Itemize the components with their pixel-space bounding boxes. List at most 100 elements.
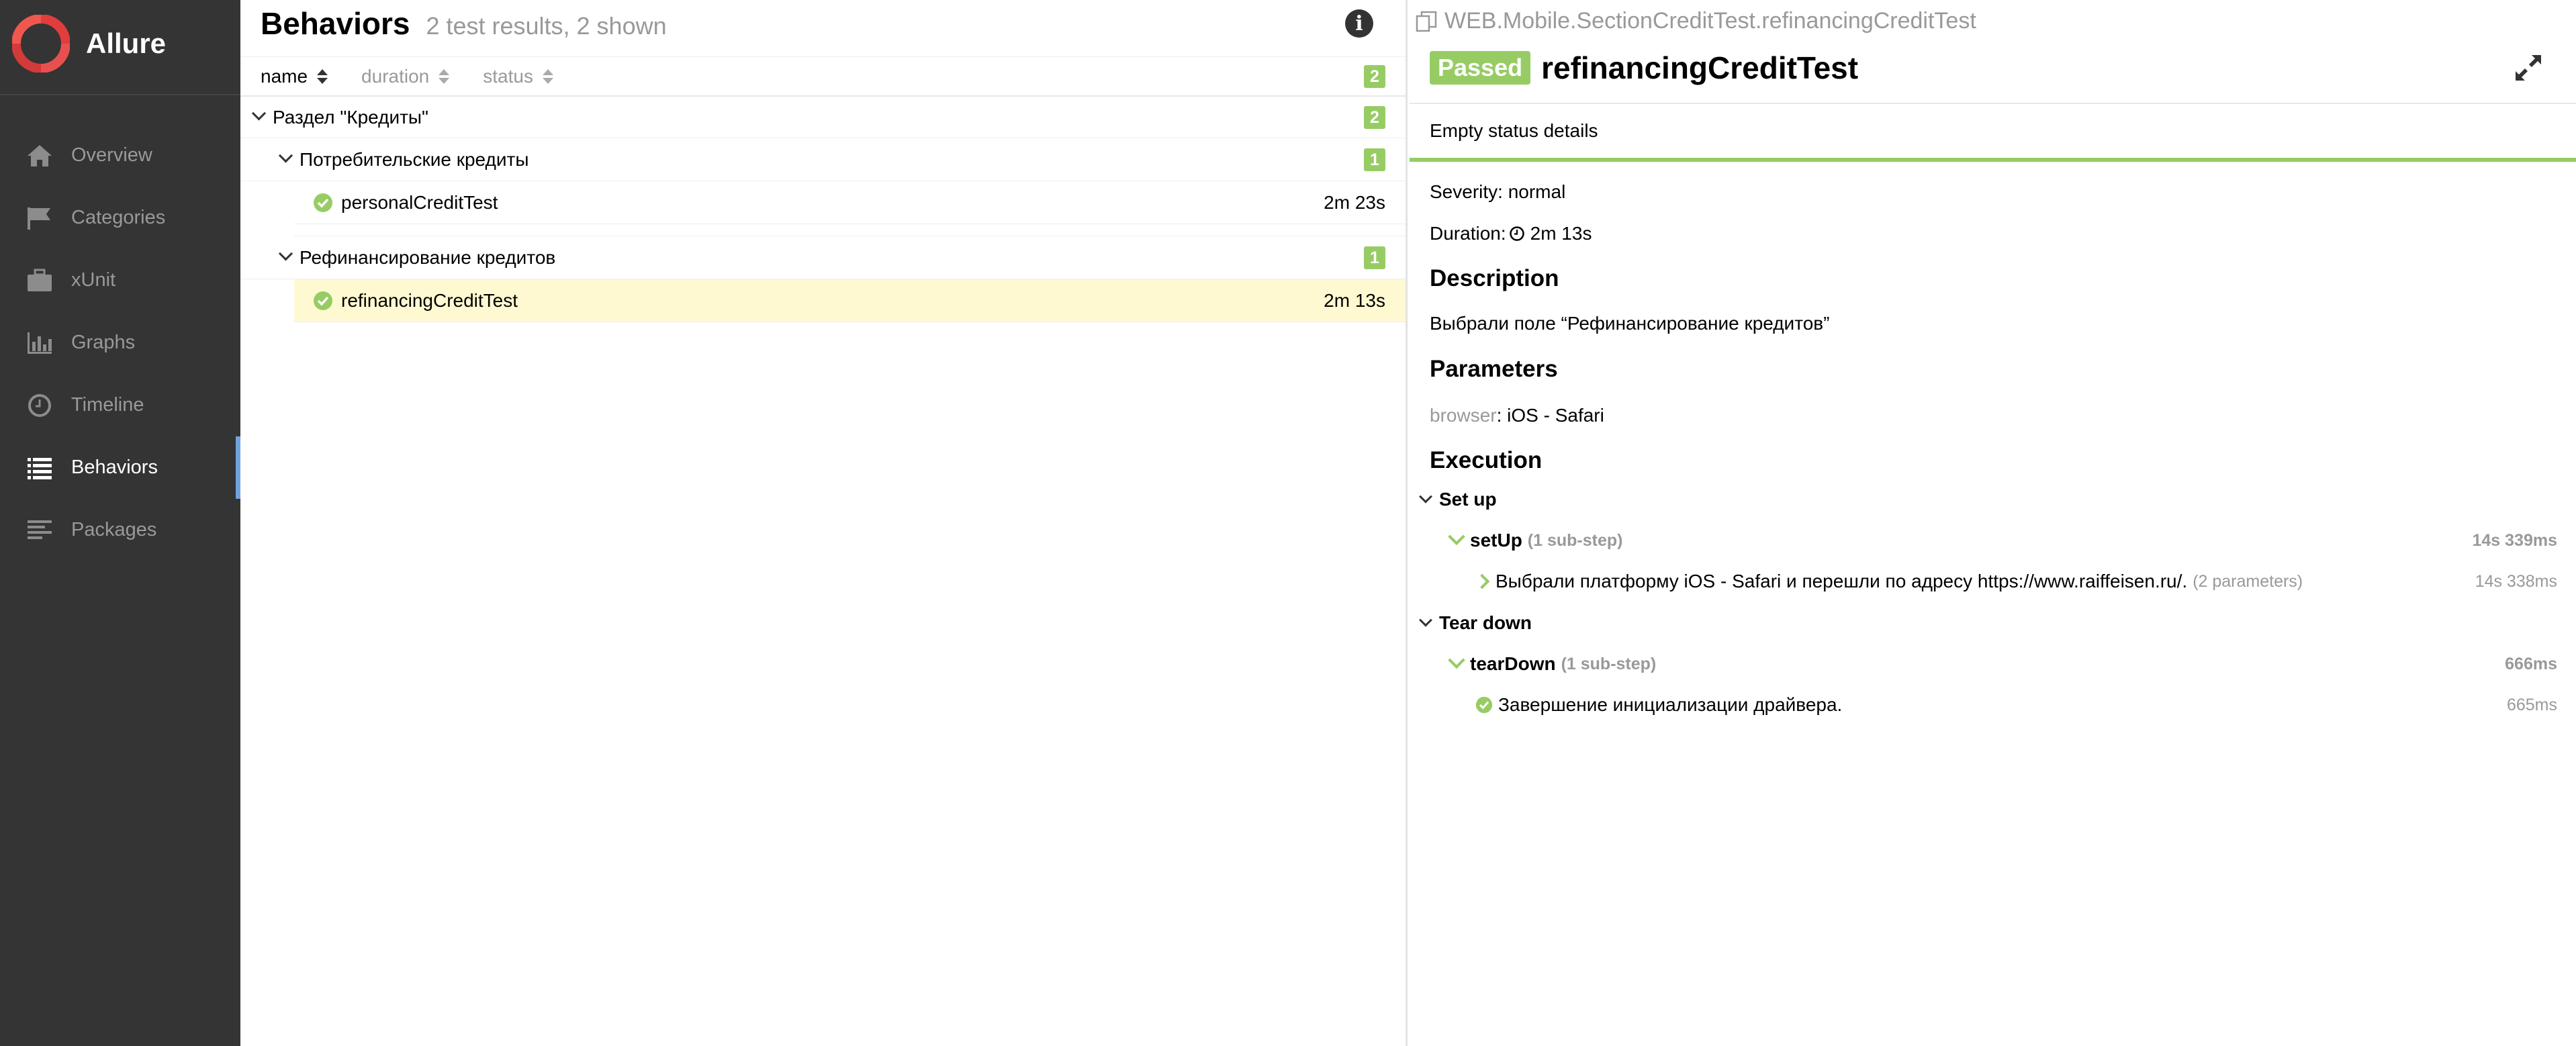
tree-subgroup-refinancing[interactable]: Рефинансирование кредитов 1	[240, 236, 1406, 279]
chevron-down-icon	[275, 252, 295, 263]
expand-icon[interactable]	[2513, 52, 2544, 83]
group-count-badge: 2	[1364, 105, 1385, 129]
group-name: Раздел "Кредиты"	[273, 106, 428, 128]
test-title: Passed refinancingCreditTest	[1430, 50, 1858, 86]
description-text: Выбрали поле “Рефинансирование кредитов”	[1430, 313, 1830, 334]
sort-label: name	[261, 65, 308, 87]
parameter-value: : iOS - Safari	[1496, 405, 1604, 426]
tree-subgroup-consumer-credits[interactable]: Потребительские кредиты 1	[240, 138, 1406, 181]
clock-icon	[1509, 226, 1524, 241]
test-path-text: WEB.Mobile.SectionCreditTest.refinancing…	[1444, 8, 1976, 34]
sort-by-status[interactable]: status	[483, 66, 553, 87]
parameter-browser: browser : iOS - Safari	[1430, 405, 1604, 426]
execution-heading: Execution	[1430, 447, 1543, 473]
severity-text: Severity: normal	[1430, 181, 1566, 202]
tree-group-credits[interactable]: Раздел "Кредиты" 2	[240, 97, 1406, 138]
teardown-substep[interactable]: Завершение инициализации драйвера. 665ms	[1410, 694, 2576, 716]
sidebar-item-label: Timeline	[71, 394, 144, 416]
test-name: refinancingCreditTest	[341, 289, 518, 311]
substep-time: 665ms	[2506, 695, 2557, 714]
tree-spacer	[294, 224, 1406, 236]
sidebar-item-label: Packages	[71, 519, 157, 540]
check-circle-icon	[314, 291, 332, 310]
brand[interactable]: Allure	[12, 13, 166, 74]
setup-substep[interactable]: Выбрали платформу iOS - Safari и перешли…	[1410, 571, 2576, 592]
sort-icon	[542, 68, 553, 84]
chevron-right-icon	[1475, 575, 1489, 588]
substep-params: (2 parameters)	[2193, 571, 2303, 591]
setup-title: Set up	[1439, 489, 1497, 510]
sort-by-duration[interactable]: duration	[361, 65, 450, 87]
check-circle-icon	[1475, 696, 1493, 714]
sidebar-item-behaviors[interactable]: Behaviors	[0, 436, 240, 499]
duration-label: Duration:	[1430, 223, 1506, 244]
step-name: setUp	[1470, 530, 1522, 551]
sort-by-name[interactable]: name	[261, 66, 328, 87]
sidebar-item-graphs[interactable]: Graphs	[0, 312, 240, 374]
copy-icon[interactable]	[1415, 10, 1438, 33]
chevron-down-icon	[248, 112, 269, 122]
briefcase-icon	[24, 267, 55, 294]
setup-step[interactable]: setUp (1 sub-step) 14s 339ms	[1410, 530, 2576, 551]
teardown-section[interactable]: Tear down	[1410, 612, 2576, 634]
status-details: Empty status details	[1410, 103, 2576, 162]
sort-icon	[439, 68, 450, 84]
teardown-title: Tear down	[1439, 612, 1532, 633]
bar-chart-icon	[24, 330, 55, 356]
step-name: tearDown	[1470, 653, 1556, 674]
description-heading: Description	[1430, 265, 1559, 291]
subgroup-count-badge: 1	[1364, 246, 1385, 269]
step-time: 666ms	[2505, 654, 2557, 673]
sidebar-item-packages[interactable]: Packages	[0, 499, 240, 561]
step-time: 14s 339ms	[2472, 530, 2557, 550]
chevron-down-icon	[275, 154, 295, 164]
allure-logo-icon	[12, 15, 70, 73]
sort-label: duration	[361, 65, 430, 87]
sort-bar: name duration status 2	[240, 56, 1406, 97]
sidebar-item-label: Graphs	[71, 332, 136, 353]
flag-icon	[24, 205, 55, 232]
test-duration: 2m 13s	[1324, 289, 1385, 311]
sidebar: Allure Overview Categories xUnit Graphs …	[0, 0, 240, 1046]
behaviors-tree: Раздел "Кредиты" 2 Потребительские креди…	[240, 97, 1406, 322]
sidebar-item-categories[interactable]: Categories	[0, 187, 240, 249]
substep-count: (1 sub-step)	[1561, 654, 1657, 673]
behaviors-pane: Behaviors 2 test results, 2 shown i name…	[240, 0, 1408, 1046]
status-details-text: Empty status details	[1430, 120, 1598, 141]
info-icon[interactable]: i	[1345, 9, 1373, 38]
severity: Severity: normal	[1430, 181, 1565, 203]
duration-value: 2m 13s	[1530, 223, 1592, 244]
setup-section[interactable]: Set up	[1410, 489, 2576, 510]
substep-name: Завершение инициализации драйвера.	[1498, 694, 1843, 715]
subgroup-count-badge: 1	[1364, 148, 1385, 171]
chevron-down-icon	[1450, 657, 1463, 671]
home-icon	[24, 142, 55, 169]
teardown-step[interactable]: tearDown (1 sub-step) 666ms	[1410, 653, 2576, 675]
clock-icon	[24, 392, 55, 419]
test-row-personal-credit[interactable]: personalCreditTest 2m 23s	[294, 181, 1406, 224]
test-full-path: WEB.Mobile.SectionCreditTest.refinancing…	[1415, 8, 1976, 34]
subgroup-name: Рефинансирование кредитов	[300, 246, 556, 268]
test-duration: 2m 23s	[1324, 191, 1385, 213]
chevron-down-icon	[1419, 616, 1432, 630]
sidebar-item-timeline[interactable]: Timeline	[0, 374, 240, 436]
results-summary: 2 test results, 2 shown	[426, 12, 667, 40]
sidebar-item-overview[interactable]: Overview	[0, 124, 240, 187]
test-name-heading: refinancingCreditTest	[1541, 50, 1859, 85]
sidebar-item-label: Categories	[71, 207, 166, 228]
subgroup-name: Потребительские кредиты	[300, 148, 529, 170]
total-count-badge: 2	[1364, 64, 1385, 88]
duration: Duration: 2m 13s	[1430, 223, 1592, 244]
sidebar-item-label: Overview	[71, 144, 152, 166]
sidebar-divider	[0, 94, 240, 95]
sort-label: status	[483, 65, 533, 87]
substep-name: Выбрали платформу iOS - Safari и перешли…	[1496, 571, 2188, 591]
sidebar-item-label: xUnit	[71, 269, 116, 291]
pane-header: Behaviors 2 test results, 2 shown	[261, 5, 667, 52]
chevron-down-icon	[1419, 493, 1432, 506]
test-row-refinancing-credit[interactable]: refinancingCreditTest 2m 13s	[294, 279, 1406, 322]
sidebar-item-xunit[interactable]: xUnit	[0, 249, 240, 312]
check-circle-icon	[314, 193, 332, 212]
parameters-heading: Parameters	[1430, 356, 1558, 382]
sidebar-nav: Overview Categories xUnit Graphs Timelin…	[0, 124, 240, 561]
